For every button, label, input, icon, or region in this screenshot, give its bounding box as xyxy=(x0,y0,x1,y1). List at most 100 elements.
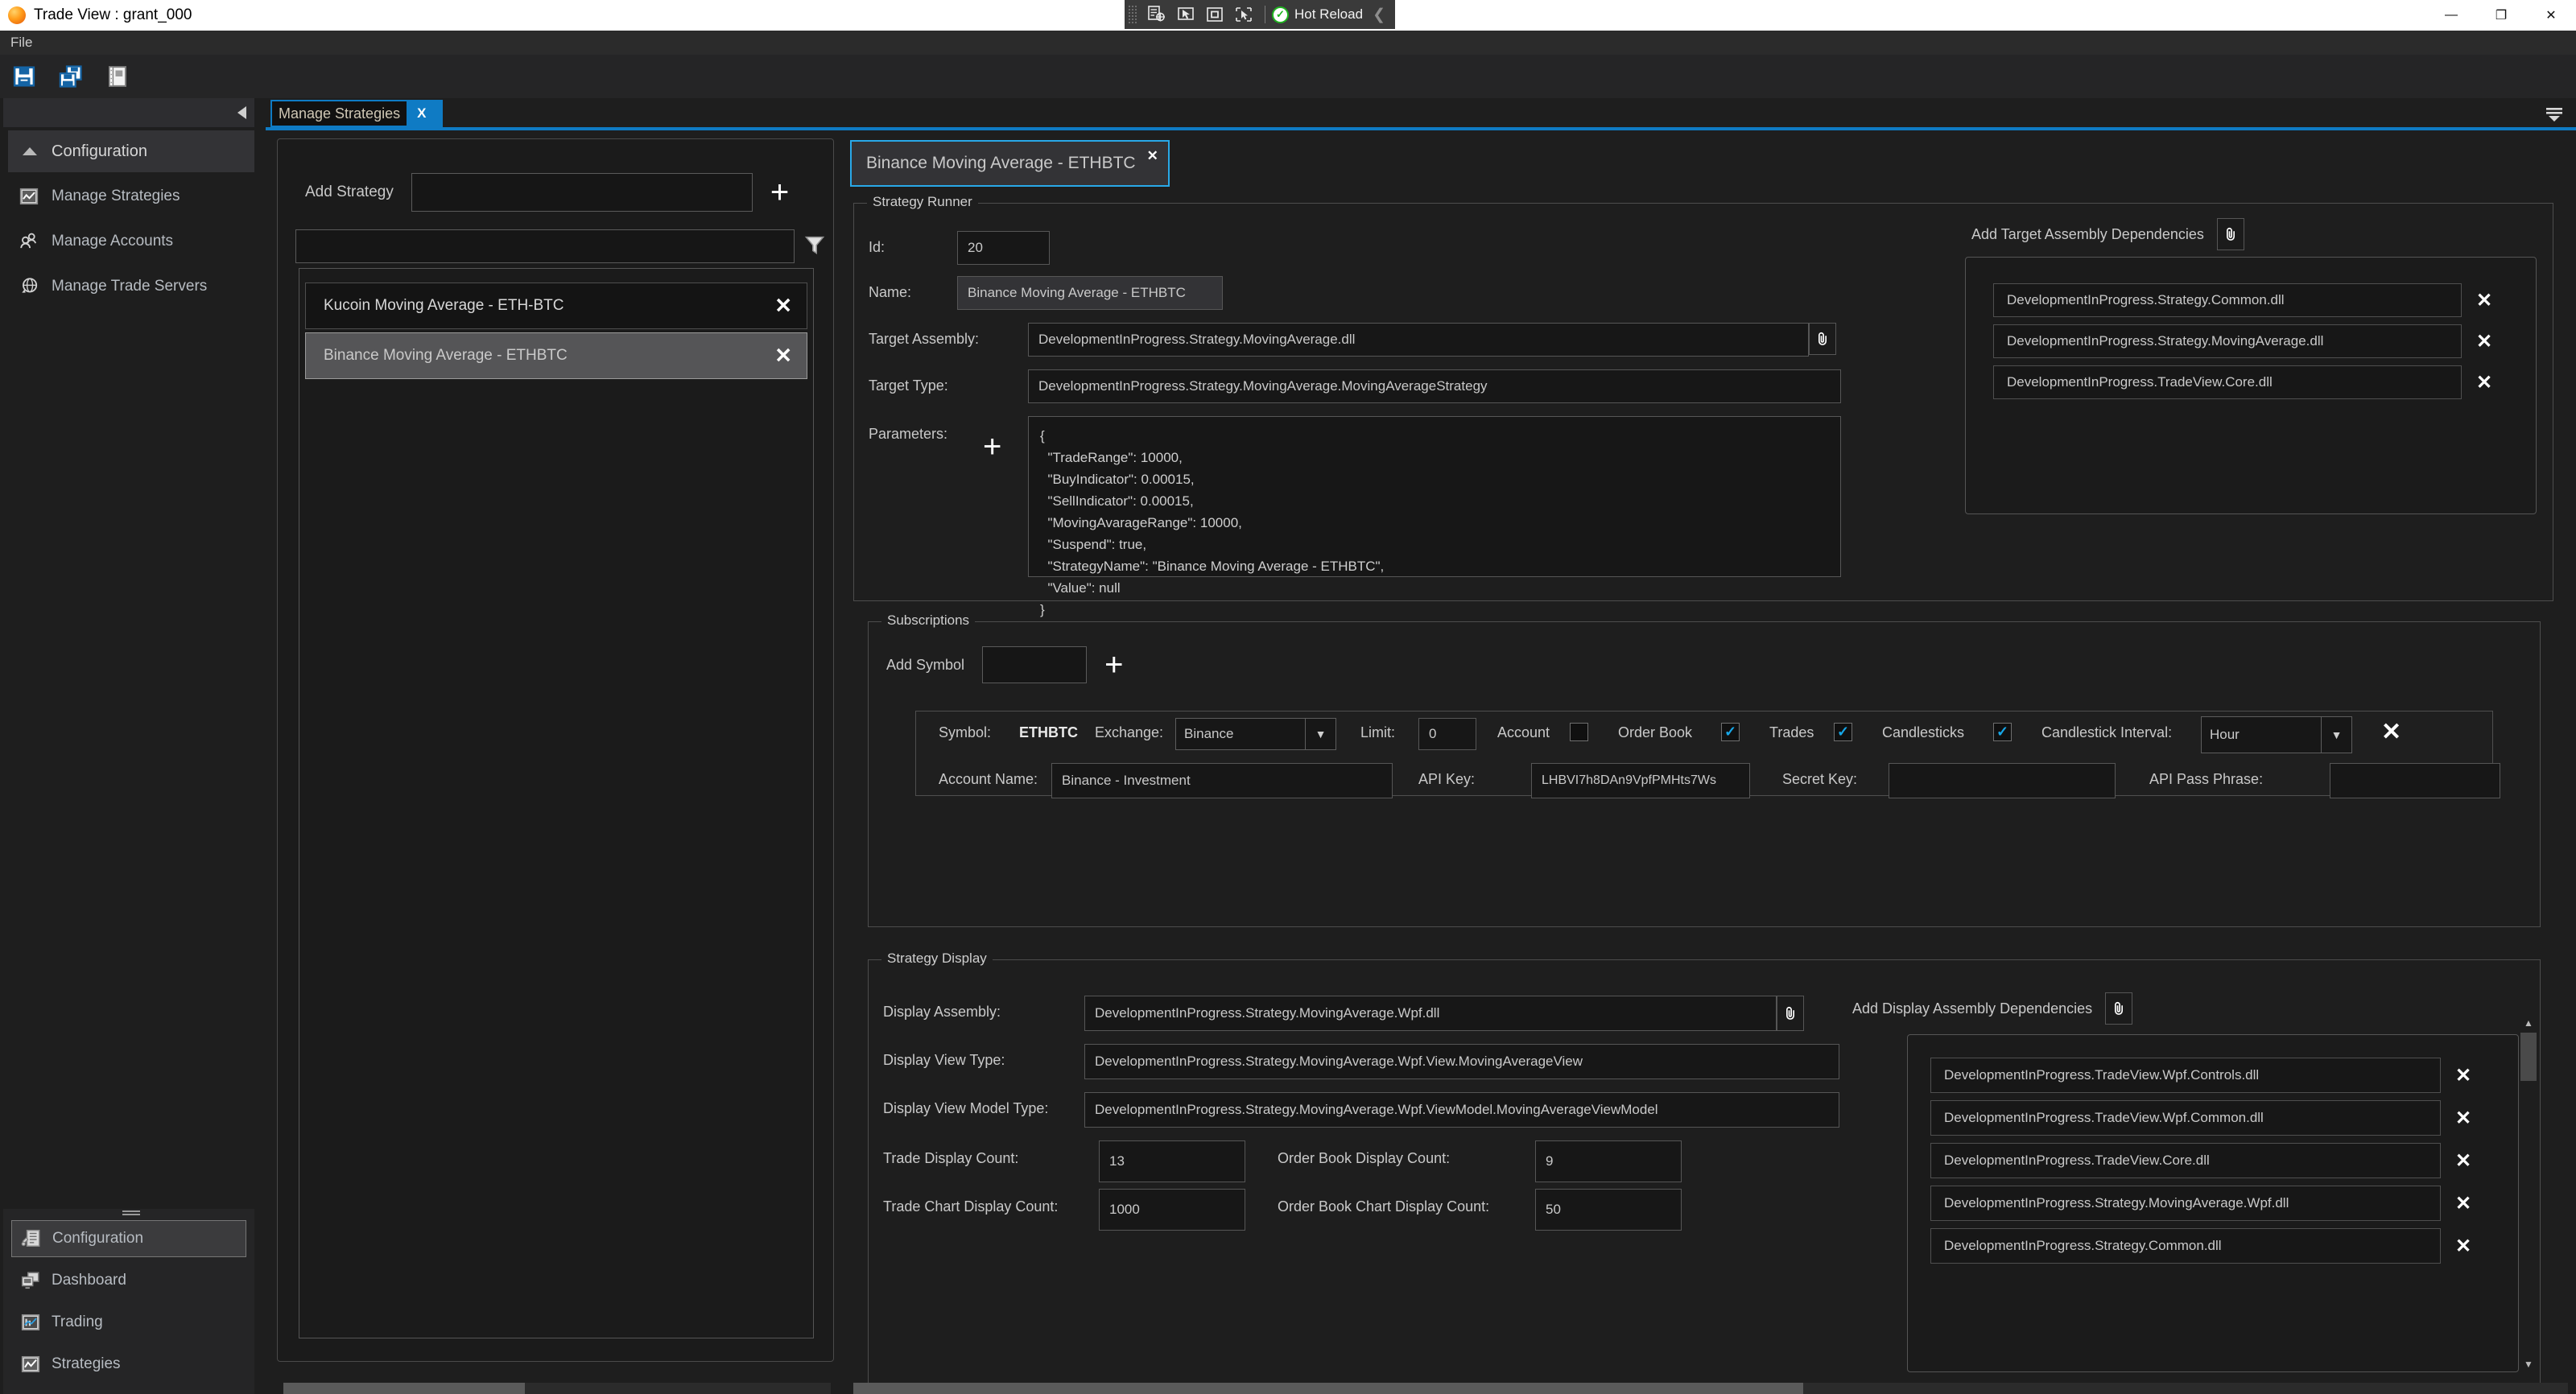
chevron-up-icon[interactable] xyxy=(23,147,37,155)
application-window: Trade View : grant_000 ✓ Hot Reload ❮ — … xyxy=(0,0,2576,1394)
list-item[interactable]: DevelopmentInProgress.Strategy.MovingAve… xyxy=(1993,324,2507,358)
toolbar-grip-handle[interactable] xyxy=(1128,5,1137,24)
close-icon[interactable]: ✕ xyxy=(2441,1228,2486,1264)
scroll-down-arrow-icon[interactable]: ▼ xyxy=(2520,1356,2537,1372)
minimize-button[interactable]: — xyxy=(2426,0,2476,31)
parameters-json-editor[interactable]: { "TradeRange": 10000, "BuyIndicator": 0… xyxy=(1028,416,1841,617)
list-item[interactable]: Binance Moving Average - ETHBTC ✕ xyxy=(305,332,807,379)
limit-input[interactable] xyxy=(1418,718,1476,750)
sidebar-resize-grip[interactable] xyxy=(122,1210,140,1215)
sidebar-item-manage-trade-servers[interactable]: Manage Trade Servers xyxy=(18,275,207,298)
scroll-thumb[interactable] xyxy=(283,1383,525,1394)
strategy-name: Binance Moving Average - ETHBTC xyxy=(324,347,568,364)
sidebar-item-dashboard[interactable]: Dashboard xyxy=(11,1262,246,1299)
secret-key-input[interactable] xyxy=(1889,763,2116,798)
tab-overflow-icon[interactable] xyxy=(2544,105,2565,124)
list-item[interactable]: Kucoin Moving Average - ETH-BTC ✕ xyxy=(305,283,807,329)
add-symbol-input[interactable] xyxy=(982,646,1088,683)
list-item[interactable]: DevelopmentInProgress.Strategy.Common.dl… xyxy=(1993,283,2507,317)
close-button[interactable]: ✕ xyxy=(2526,0,2576,31)
sidebar-item-configuration[interactable]: Configuration xyxy=(11,1220,246,1257)
order-book-display-count-input[interactable] xyxy=(1535,1140,1682,1182)
list-item[interactable]: DevelopmentInProgress.TradeView.Core.dll… xyxy=(1930,1143,2486,1178)
maximize-button[interactable]: ❐ xyxy=(2476,0,2526,31)
close-icon[interactable]: ✕ xyxy=(774,344,792,369)
target-type-input[interactable] xyxy=(1028,369,1841,403)
candlestick-interval-select[interactable]: Hour ▼ xyxy=(2201,716,2352,753)
left-panel-hscrollbar[interactable] xyxy=(283,1383,831,1394)
close-icon[interactable]: ✕ xyxy=(2441,1186,2486,1221)
scroll-up-arrow-icon[interactable]: ▲ xyxy=(2520,1015,2537,1031)
add-strategy-input[interactable] xyxy=(411,173,753,212)
strategy-filter-input[interactable] xyxy=(295,229,795,263)
close-icon[interactable]: ✕ xyxy=(2441,1100,2486,1136)
sidebar-group-configuration[interactable]: Configuration xyxy=(8,130,254,172)
display-view-model-type-input[interactable] xyxy=(1084,1092,1839,1128)
funnel-filter-icon[interactable] xyxy=(803,233,827,261)
remove-subscription-icon[interactable]: ✕ xyxy=(2381,718,2401,746)
candlesticks-checkbox[interactable]: ✓ xyxy=(1993,723,2012,741)
close-icon[interactable]: ✕ xyxy=(1147,148,1158,164)
editor-hscrollbar[interactable] xyxy=(853,1383,2568,1394)
close-icon[interactable]: ✕ xyxy=(774,294,792,319)
close-icon[interactable]: ✕ xyxy=(2462,365,2507,399)
add-strategy-button[interactable]: + xyxy=(770,176,789,208)
trades-checkbox[interactable]: ✓ xyxy=(1834,723,1852,741)
scroll-thumb[interactable] xyxy=(853,1383,1803,1394)
list-item[interactable]: DevelopmentInProgress.Strategy.MovingAve… xyxy=(1930,1186,2486,1221)
sidebar-collapse-bar[interactable] xyxy=(3,98,254,127)
sidebar-item-strategies[interactable]: Strategies xyxy=(11,1346,246,1383)
display-scrollbar[interactable]: ▲ ▼ xyxy=(2520,1015,2537,1372)
notebook-icon[interactable] xyxy=(103,62,132,91)
api-pass-phrase-input[interactable] xyxy=(2330,763,2500,798)
paperclip-icon[interactable] xyxy=(2216,218,2244,250)
add-parameter-button[interactable]: + xyxy=(983,431,1001,463)
list-item[interactable]: DevelopmentInProgress.TradeView.Core.dll… xyxy=(1993,365,2507,399)
hot-reload-label[interactable]: Hot Reload xyxy=(1294,6,1368,23)
list-item[interactable]: DevelopmentInProgress.TradeView.Wpf.Comm… xyxy=(1930,1100,2486,1136)
scroll-thumb[interactable] xyxy=(2520,1033,2537,1081)
go-to-live-visual-tree-icon[interactable] xyxy=(1229,2,1258,27)
paperclip-icon[interactable] xyxy=(2105,992,2133,1025)
sidebar-item-manage-accounts[interactable]: Manage Accounts xyxy=(18,230,173,253)
menu-item-file[interactable]: File xyxy=(0,35,43,51)
add-symbol-button[interactable]: + xyxy=(1104,649,1123,681)
sidebar-item-manage-strategies[interactable]: Manage Strategies xyxy=(18,185,180,208)
close-icon[interactable]: ✕ xyxy=(2462,324,2507,358)
trade-display-count-input[interactable] xyxy=(1099,1140,1245,1182)
editor-tab-binance-moving-average[interactable]: Binance Moving Average - ETHBTC ✕ xyxy=(850,140,1170,187)
target-assembly-input[interactable] xyxy=(1028,323,1809,357)
close-icon[interactable]: ✕ xyxy=(2441,1058,2486,1093)
api-key-input[interactable] xyxy=(1531,763,1750,798)
exchange-select[interactable]: Binance ▼ xyxy=(1175,718,1336,750)
display-view-type-input[interactable] xyxy=(1084,1044,1839,1079)
live-property-explorer-icon[interactable] xyxy=(1142,2,1171,27)
close-icon[interactable]: ✕ xyxy=(2441,1143,2486,1178)
display-assembly-input[interactable] xyxy=(1084,996,1777,1031)
hot-reload-chevron-icon[interactable]: ❮ xyxy=(1368,6,1390,24)
list-item[interactable]: DevelopmentInProgress.Strategy.Common.dl… xyxy=(1930,1228,2486,1264)
list-item[interactable]: DevelopmentInProgress.TradeView.Wpf.Cont… xyxy=(1930,1058,2486,1093)
trade-chart-display-count-input[interactable] xyxy=(1099,1189,1245,1231)
paperclip-icon[interactable] xyxy=(1809,323,1836,355)
document-tab-label: Manage Strategies xyxy=(272,101,407,126)
chevron-down-icon[interactable]: ▼ xyxy=(2321,717,2351,753)
sidebar-item-trading[interactable]: Trading xyxy=(11,1304,246,1341)
close-icon[interactable]: X xyxy=(407,105,436,122)
order-book-chart-display-count-input[interactable] xyxy=(1535,1189,1682,1231)
order-book-checkbox[interactable]: ✓ xyxy=(1721,723,1740,741)
close-icon[interactable]: ✕ xyxy=(2462,283,2507,317)
display-layout-adorner-icon[interactable] xyxy=(1200,2,1229,27)
dependency-name: DevelopmentInProgress.Strategy.MovingAve… xyxy=(1930,1186,2441,1221)
id-input[interactable] xyxy=(957,231,1050,265)
select-element-icon[interactable] xyxy=(1171,2,1200,27)
paperclip-icon[interactable] xyxy=(1777,996,1804,1031)
save-icon[interactable] xyxy=(10,62,39,91)
save-all-icon[interactable] xyxy=(56,62,85,91)
collapse-left-icon[interactable] xyxy=(237,106,246,119)
account-checkbox[interactable] xyxy=(1570,723,1588,741)
account-name-input[interactable] xyxy=(1051,763,1393,798)
name-input[interactable] xyxy=(957,276,1223,310)
document-tab-manage-strategies[interactable]: Manage Strategies X xyxy=(270,100,444,127)
chevron-down-icon[interactable]: ▼ xyxy=(1305,719,1335,749)
